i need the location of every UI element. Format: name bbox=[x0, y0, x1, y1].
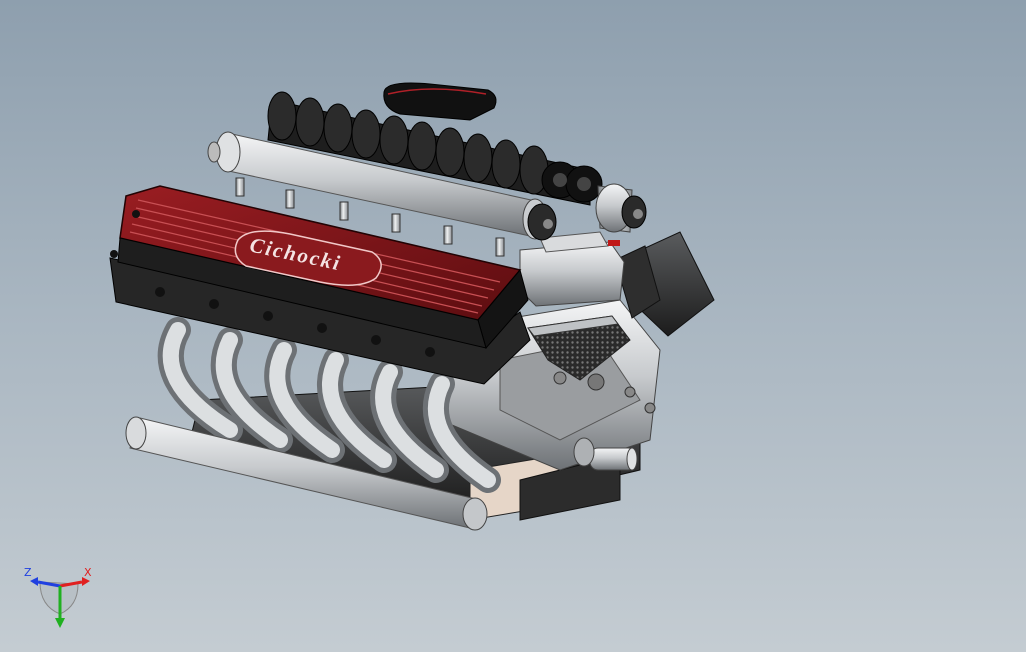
graphics-viewport[interactable]: Cichocki X Z bbox=[0, 0, 1026, 652]
coordinate-triad: X Z bbox=[18, 562, 104, 636]
intake-scoop bbox=[383, 82, 497, 121]
x-axis-label: X bbox=[84, 566, 92, 579]
z-axis-label: Z bbox=[24, 566, 32, 579]
y-axis-arrow bbox=[55, 618, 65, 628]
x-axis-line bbox=[59, 580, 83, 588]
engine-model[interactable]: Cichocki bbox=[0, 0, 1026, 652]
